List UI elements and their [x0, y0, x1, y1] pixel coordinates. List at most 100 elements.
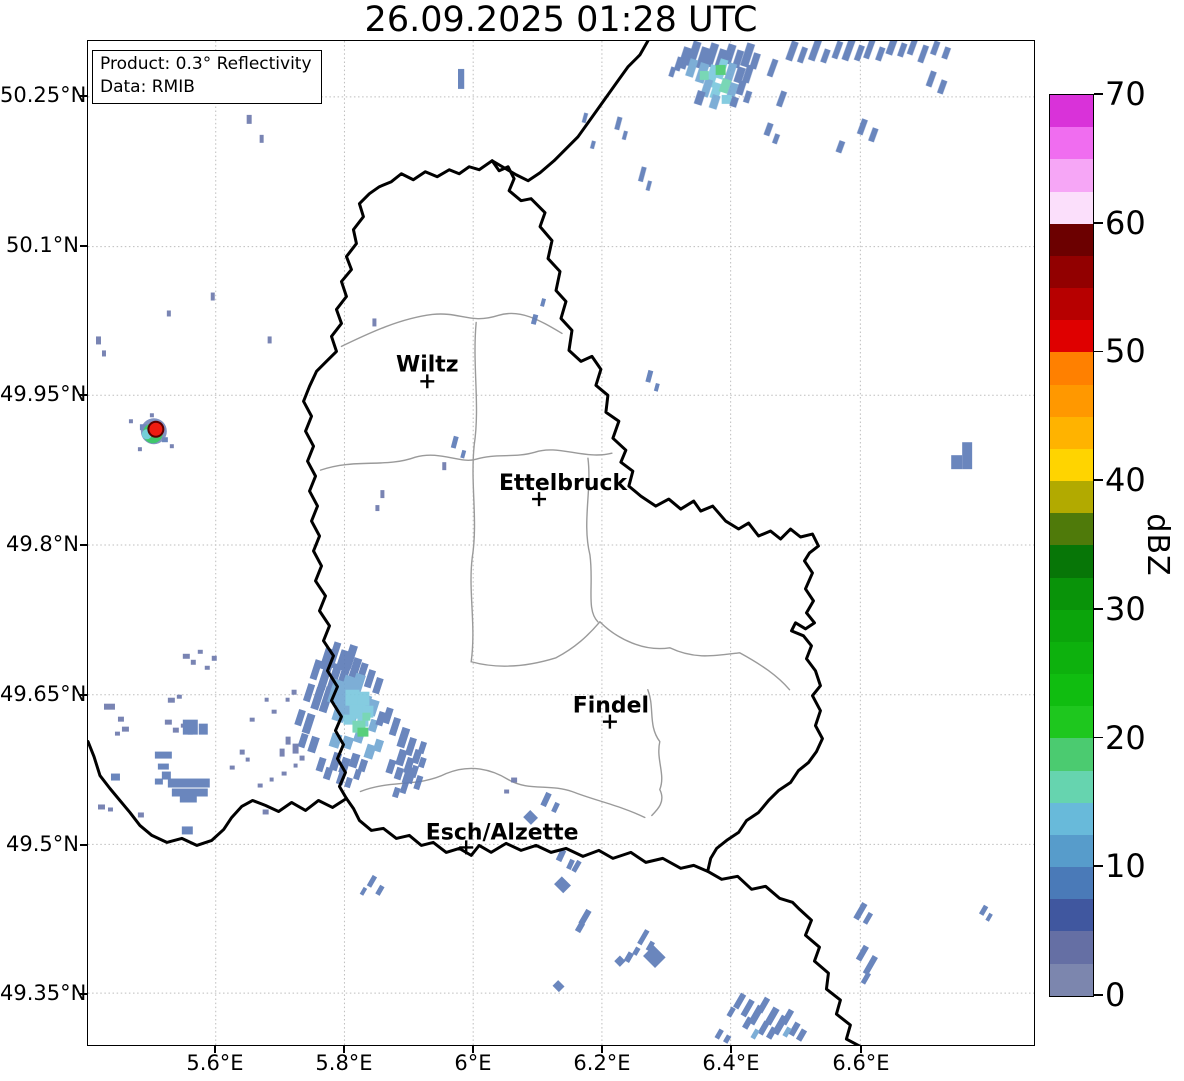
radar-echo	[917, 44, 930, 64]
radar-echo	[417, 740, 427, 755]
radar-echo	[554, 876, 571, 894]
district-border-line	[319, 449, 613, 471]
colorbar	[1049, 94, 1094, 997]
radar-figure: 26.09.2025 01:28 UTC Wiltz Ettelbruck Fi…	[0, 0, 1184, 1081]
radar-echo	[190, 659, 196, 665]
radar-echo	[107, 807, 113, 812]
radar-echo	[257, 783, 263, 788]
radar-echo	[299, 755, 305, 761]
district-border-line	[647, 689, 663, 817]
radar-echo	[154, 778, 163, 785]
radar-echo	[442, 462, 447, 471]
radar-echo	[293, 763, 298, 768]
colorbar-segment	[1050, 223, 1093, 256]
radar-echo	[114, 731, 120, 736]
colorbar-tick	[1094, 608, 1103, 610]
radar-echo	[101, 350, 106, 357]
radar-echo	[885, 41, 899, 56]
colorbar-segment	[1050, 95, 1093, 128]
colorbar-segment	[1050, 416, 1093, 449]
radar-echo	[210, 292, 215, 301]
radar-echo	[951, 455, 963, 470]
radar-echo	[766, 58, 779, 78]
radar-echo	[281, 771, 287, 776]
city-label: Wiltz	[396, 352, 458, 377]
radar-echo	[906, 41, 918, 56]
radar-echo	[621, 130, 628, 141]
radar-echo	[391, 786, 401, 799]
x-tick-label: 5.6°E	[186, 1051, 244, 1075]
radar-echo	[853, 44, 865, 62]
x-tick-label: 6°E	[454, 1051, 492, 1075]
radar-echo	[167, 778, 210, 788]
colorbar-tick	[1094, 479, 1103, 481]
radar-echo	[985, 912, 993, 922]
radar-echo	[897, 42, 908, 58]
radar-echo	[757, 1020, 770, 1036]
radar-echo	[862, 911, 874, 925]
radar-echo	[458, 68, 465, 89]
radar-echo	[154, 751, 172, 759]
radar-echo	[353, 768, 362, 781]
radar-echo	[653, 382, 660, 392]
y-tick	[80, 544, 87, 546]
colorbar-tick-label: 20	[1105, 718, 1146, 757]
radar-echo	[936, 79, 948, 95]
radar-echo	[393, 766, 405, 781]
radar-echo	[262, 809, 269, 815]
radar-echo	[756, 996, 771, 1014]
colorbar-segment	[1050, 802, 1093, 835]
radar-echo	[925, 70, 937, 88]
radar-echo	[875, 46, 886, 62]
radar-echo	[380, 490, 385, 499]
radar-echo	[668, 66, 677, 78]
x-tick-label: 6.6°E	[832, 1051, 890, 1075]
y-tick-label: 50.25°N	[0, 83, 87, 107]
colorbar-segment	[1050, 448, 1093, 482]
radar-echo	[856, 118, 868, 136]
x-tick-label: 5.8°E	[315, 1051, 373, 1075]
y-tick-label: 49.95°N	[0, 382, 87, 406]
radar-echo	[372, 738, 385, 753]
radar-echo	[204, 665, 210, 670]
colorbar-tick	[1094, 736, 1103, 739]
radar-echo	[733, 992, 747, 1010]
radar-echo	[831, 41, 844, 60]
colorbar-tick-label: 50	[1105, 332, 1146, 371]
colorbar-tick-label: 70	[1105, 75, 1146, 113]
radar-echo	[279, 748, 285, 757]
country-border-line	[88, 740, 348, 847]
radar-echo	[504, 789, 510, 794]
colorbar-unit-label: dBZ	[1140, 513, 1175, 577]
colorbar-segment	[1050, 674, 1093, 707]
radar-echo	[161, 771, 171, 780]
radar-echo	[750, 1028, 760, 1040]
radar-echo	[763, 122, 774, 137]
colorbar-tick	[1094, 994, 1103, 996]
radar-echo	[269, 777, 274, 782]
radar-echo	[264, 697, 269, 702]
radar-echo	[375, 884, 385, 896]
radar-echo	[95, 336, 101, 345]
y-tick-label: 49.35°N	[0, 981, 87, 1005]
colorbar-segment	[1050, 352, 1093, 385]
radar-site-dot	[147, 420, 165, 438]
radar-echo	[540, 298, 546, 307]
radar-echo	[166, 310, 171, 317]
radar-echo	[357, 691, 370, 706]
colorbar-segment	[1050, 931, 1093, 964]
radar-echo	[271, 709, 277, 714]
radar-echo	[614, 116, 623, 131]
colorbar-tick-label: 60	[1105, 203, 1146, 242]
radar-echo	[182, 653, 190, 659]
luxembourg-border	[302, 159, 824, 873]
y-tick-label: 49.5°N	[6, 832, 79, 856]
radar-echo	[291, 689, 297, 695]
radar-echo	[941, 46, 952, 60]
radar-echo	[589, 140, 596, 150]
colorbar-segment	[1050, 513, 1093, 546]
city-label: Findel	[573, 694, 649, 719]
radar-echo	[239, 749, 245, 755]
radar-echo	[169, 444, 174, 449]
radar-echo	[137, 812, 144, 818]
